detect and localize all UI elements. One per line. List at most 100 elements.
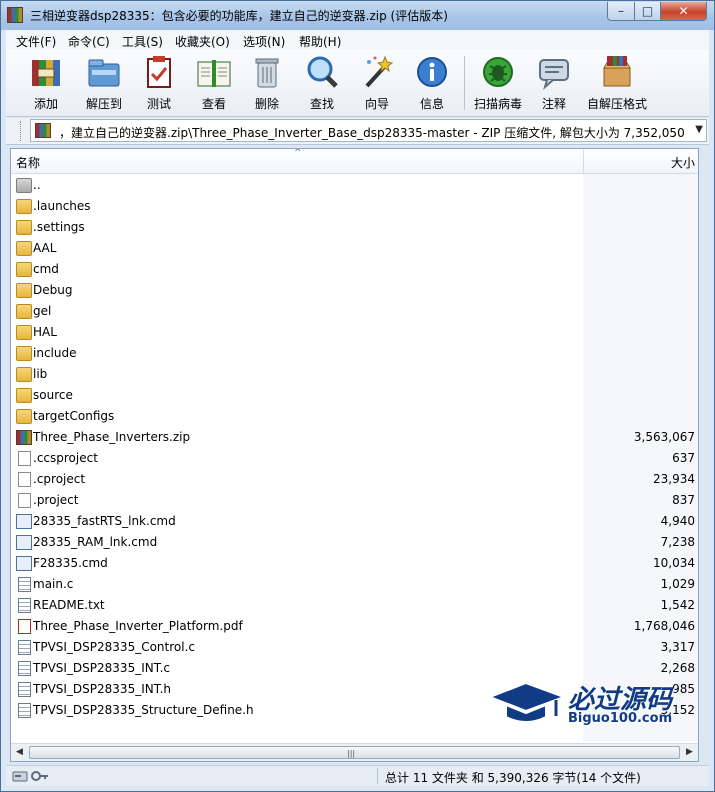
item-size: 2,268 [660,661,695,675]
list-item[interactable]: Three_Phase_Inverter_Platform.pdf 1,768,0… [11,616,698,637]
item-name: lib [33,367,48,381]
column-header-name[interactable]: 名称 [16,154,40,171]
list-item[interactable]: lib [11,364,698,385]
source-file-icon [18,703,31,718]
list-item[interactable]: source [11,385,698,406]
menu-tools[interactable]: 工具(S) [122,33,163,50]
sfx-icon [599,54,635,90]
column-divider[interactable] [583,149,584,173]
address-path: ，建立自己的逆变器.zip\Three_Phase_Inverter_Base_… [59,126,687,140]
source-file-icon [18,682,31,697]
item-name: .project [33,493,79,507]
sfx-label: 自解压格式 [586,97,647,111]
delete-button[interactable]: 删除 [246,54,288,114]
item-name: .ccsproject [33,451,98,465]
add-button[interactable]: 添加 [22,54,70,114]
close-button[interactable]: ✕ [660,2,707,21]
watermark-domain: Biguo100.com [568,711,673,726]
item-name: TPVSI_DSP28335_Structure_Define.h [33,703,254,717]
item-name: gel [33,304,52,318]
scroll-left-icon[interactable]: ◀ [11,744,28,761]
cmd-file-icon [16,556,32,571]
cmd-file-icon [16,535,32,550]
list-item[interactable]: include [11,343,698,364]
find-button[interactable]: 查找 [301,54,343,114]
list-item[interactable]: Three_Phase_Inverters.zip 3,563,067 [11,427,698,448]
folder-icon [16,409,32,424]
item-name: Three_Phase_Inverter_Platform.pdf [33,619,243,633]
item-name: Debug [33,283,73,297]
extract-to-button[interactable]: 解压到 [79,54,129,114]
delete-label: 删除 [254,97,279,111]
list-item[interactable]: F28335.cmd 10,034 [11,553,698,574]
list-item[interactable]: 28335_fastRTS_lnk.cmd 4,940 [11,511,698,532]
list-item[interactable]: .project 837 [11,490,698,511]
virus-scan-button[interactable]: 扫描病毒 [470,54,526,114]
scroll-right-icon[interactable]: ▶ [681,744,698,761]
wizard-button[interactable]: 向导 [355,54,399,114]
minimize-button[interactable]: – [607,2,635,21]
source-file-icon [18,577,31,592]
list-item[interactable]: main.c 1,029 [11,574,698,595]
virus-scan-icon [480,54,516,90]
scroll-thumb[interactable]: ||| [29,746,680,759]
scroll-grip-icon: ||| [347,749,356,758]
test-icon [141,54,177,90]
list-item[interactable]: gel [11,301,698,322]
sfx-button[interactable]: 自解压格式 [584,54,650,114]
wizard-label: 向导 [364,97,389,111]
view-icon [196,54,232,90]
item-name: 28335_fastRTS_lnk.cmd [33,514,176,528]
source-file-icon [18,598,31,613]
item-size: 23,934 [653,472,695,486]
item-size: 637 [672,451,695,465]
list-item[interactable]: targetConfigs [11,406,698,427]
column-header-size[interactable]: 大小 [671,154,695,171]
menu-file[interactable]: 文件(F) [16,33,56,50]
menu-bar: 文件(F) 命令(C) 工具(S) 收藏夹(O) 选项(N) 帮助(H) [6,30,709,50]
file-list[interactable]: 名称 ^ 大小 .. .launches .settings AAL cmd Debug g… [10,148,699,762]
list-item[interactable]: .cproject 23,934 [11,469,698,490]
drive-key-icon[interactable] [12,769,50,783]
comment-icon [536,54,572,90]
list-item[interactable]: Debug [11,280,698,301]
list-item[interactable]: .settings [11,217,698,238]
list-item[interactable]: HAL [11,322,698,343]
title-bar[interactable]: 三相逆变器dsp28335：包含必要的功能库，建立自己的逆变器.zip (评估版… [1,1,714,30]
source-file-icon [18,640,31,655]
comment-button[interactable]: 注释 [533,54,575,114]
zip-archive-icon [16,430,32,445]
item-name: .launches [33,199,91,213]
list-item[interactable]: 28335_RAM_lnk.cmd 7,238 [11,532,698,553]
info-button[interactable]: 信息 [410,54,454,114]
file-rows: .. .launches .settings AAL cmd Debug gel HAL inc… [11,175,698,721]
maximize-button[interactable]: □ [634,2,661,21]
list-item[interactable]: TPVSI_DSP28335_Control.c 3,317 [11,637,698,658]
item-size: 7,238 [660,535,695,549]
menu-favorites[interactable]: 收藏夹(O) [175,33,230,50]
archive-icon [35,123,51,138]
menu-options[interactable]: 选项(N) [243,33,285,50]
source-file-icon [18,661,31,676]
folder-icon [16,241,32,256]
view-button[interactable]: 查看 [192,54,236,114]
list-item[interactable]: .ccsproject 637 [11,448,698,469]
list-item[interactable]: cmd [11,259,698,280]
folder-icon [16,346,32,361]
horizontal-scrollbar[interactable]: ◀ ||| ▶ [11,743,698,761]
graduation-cap-icon [487,681,567,723]
item-size: 4,940 [660,514,695,528]
menu-help[interactable]: 帮助(H) [299,33,341,50]
address-field[interactable]: ，建立自己的逆变器.zip\Three_Phase_Inverter_Base_… [30,119,707,142]
parent-folder-icon [16,178,32,193]
list-item[interactable]: .launches [11,196,698,217]
list-item[interactable]: .. [11,175,698,196]
test-button[interactable]: 测试 [137,54,181,114]
address-grip[interactable] [20,121,24,141]
address-dropdown-icon[interactable]: ▼ [695,124,703,135]
item-name: targetConfigs [33,409,115,423]
list-item[interactable]: README.txt 1,542 [11,595,698,616]
item-size: 837 [672,493,695,507]
menu-commands[interactable]: 命令(C) [68,33,110,50]
list-item[interactable]: AAL [11,238,698,259]
